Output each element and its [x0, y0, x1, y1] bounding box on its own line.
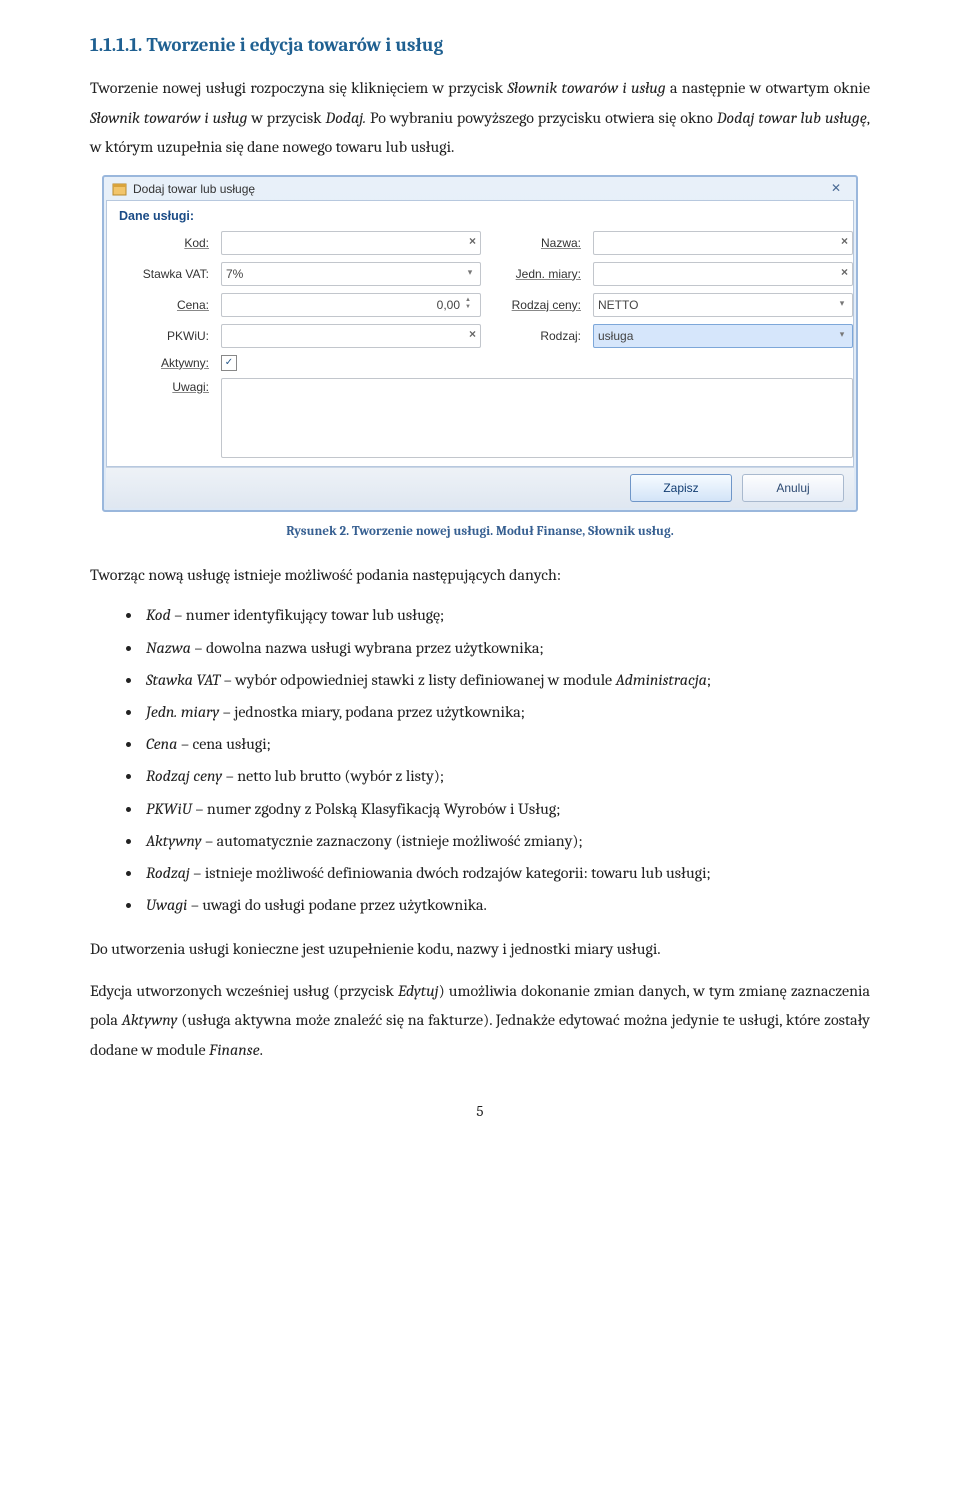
label-nazwa: Nazwa:: [491, 236, 583, 250]
desc: – numer zgodny z Polską Klasyfikacją Wyr…: [192, 800, 561, 818]
dialog-button-bar: Zapisz Anuluj: [106, 467, 854, 508]
cena-value: 0,00: [437, 298, 460, 312]
italic-term: Aktywny: [122, 1011, 178, 1029]
clear-icon[interactable]: ×: [841, 234, 848, 248]
jedn-input[interactable]: ×: [593, 262, 853, 286]
list-item: Stawka VAT – wybór odpowiedniej stawki z…: [142, 667, 870, 694]
section-heading: 1.1.1.1. Tworzenie i edycja towarów i us…: [90, 34, 870, 56]
desc: – wybór odpowiedniej stawki z listy defi…: [220, 671, 615, 689]
dialog-title-bar: Dodaj towar lub usługę ✕: [106, 179, 854, 200]
label-kod: Kod:: [119, 236, 211, 250]
rodzaj-ceny-select[interactable]: NETTO ▾: [593, 293, 853, 317]
italic-term: Finanse: [209, 1041, 260, 1059]
term: Aktywny: [146, 832, 202, 850]
label-jedn: Jedn. miary:: [491, 267, 583, 281]
paragraph-intro: Tworzenie nowej usługi rozpoczyna się kl…: [90, 74, 870, 163]
page-number: 5: [90, 1102, 870, 1120]
tail-italic: Administracja: [616, 671, 707, 689]
stawka-select[interactable]: 7% ▾: [221, 262, 481, 286]
list-item: Kod – numer identyfikujący towar lub usł…: [142, 602, 870, 629]
desc: – automatycznie zaznaczony (istnieje moż…: [202, 832, 583, 850]
desc: – netto lub brutto (wybór z listy);: [222, 767, 444, 785]
label-stawka: Stawka VAT:: [119, 267, 211, 281]
cena-input[interactable]: 0,00 ▲▼: [221, 293, 481, 317]
italic-term: Edytuj: [398, 982, 439, 1000]
list-item: PKWiU – numer zgodny z Polską Klasyfikac…: [142, 796, 870, 823]
term: Jedn. miary: [146, 703, 219, 721]
chevron-down-icon[interactable]: ▾: [835, 327, 849, 343]
close-icon[interactable]: ✕: [822, 182, 850, 196]
desc: – istnieje możliwość definiowania dwóch …: [190, 864, 711, 882]
italic-term: Słownik towarów i usług: [90, 109, 247, 127]
term: PKWiU: [146, 800, 192, 818]
term: Stawka VAT: [146, 671, 220, 689]
paragraph-required: Do utworzenia usługi konieczne jest uzup…: [90, 935, 870, 965]
list-item: Rodzaj ceny – netto lub brutto (wybór z …: [142, 763, 870, 790]
app-icon: [112, 182, 127, 197]
stawka-value: 7%: [226, 267, 243, 281]
text: a następnie w otwartym oknie: [666, 79, 870, 97]
uwagi-textarea[interactable]: [221, 378, 853, 458]
desc: – dowolna nazwa usługi wybrana przez uży…: [191, 639, 544, 657]
paragraph-edit: Edycja utworzonych wcześniej usług (przy…: [90, 977, 870, 1066]
list-item: Aktywny – automatycznie zaznaczony (istn…: [142, 828, 870, 855]
rodzaj-value: usługa: [598, 329, 633, 343]
nazwa-input[interactable]: ×: [593, 231, 853, 255]
desc: – uwagi do usługi podane przez użytkowni…: [187, 896, 487, 914]
desc: – numer identyfikujący towar lub usługę;: [171, 606, 445, 624]
section-label: Dane usługi:: [119, 209, 841, 223]
list-intro: Tworząc nową usługę istnieje możliwość p…: [90, 561, 870, 591]
clear-icon[interactable]: ×: [469, 327, 476, 341]
chevron-down-icon[interactable]: ▾: [835, 296, 849, 312]
dialog-title: Dodaj towar lub usługę: [133, 182, 822, 196]
list-item: Jedn. miary – jednostka miary, podana pr…: [142, 699, 870, 726]
label-uwagi: Uwagi:: [119, 378, 211, 394]
pkwiu-input[interactable]: ×: [221, 324, 481, 348]
dialog-screenshot: Dodaj towar lub usługę ✕ Dane usługi: Ko…: [102, 175, 858, 512]
rodzaj-ceny-value: NETTO: [598, 298, 638, 312]
italic-term: Słownik towarów i usług: [507, 79, 665, 97]
label-aktywny: Aktywny:: [119, 356, 211, 370]
term: Nazwa: [146, 639, 191, 657]
label-rodzaj: Rodzaj:: [491, 329, 583, 343]
list-item: Rodzaj – istnieje możliwość definiowania…: [142, 860, 870, 887]
list-item: Nazwa – dowolna nazwa usługi wybrana prz…: [142, 635, 870, 662]
term: Rodzaj: [146, 864, 190, 882]
text: w przycisk: [247, 109, 325, 127]
clear-icon[interactable]: ×: [469, 234, 476, 248]
label-rodzaj-ceny: Rodzaj ceny:: [491, 298, 583, 312]
italic-term: Dodaj towar lub usługę: [717, 109, 867, 127]
save-button[interactable]: Zapisz: [630, 474, 732, 502]
italic-term: Dodaj.: [326, 109, 367, 127]
aktywny-checkbox[interactable]: ✓: [221, 355, 237, 371]
desc: – cena usługi;: [177, 735, 271, 753]
text: Tworzenie nowej usługi rozpoczyna się kl…: [90, 79, 507, 97]
term: Uwagi: [146, 896, 187, 914]
list-item: Cena – cena usługi;: [142, 731, 870, 758]
text: .: [260, 1041, 263, 1059]
kod-input[interactable]: ×: [221, 231, 481, 255]
bullet-list: Kod – numer identyfikujący towar lub usł…: [90, 602, 870, 919]
spinner-icon[interactable]: ▲▼: [465, 295, 477, 313]
clear-icon[interactable]: ×: [841, 265, 848, 279]
aktywny-cell: ✓: [221, 355, 481, 371]
chevron-down-icon[interactable]: ▾: [463, 265, 477, 281]
term: Cena: [146, 735, 177, 753]
text: Po wybraniu powyższego przycisku otwiera…: [366, 109, 717, 127]
text: (usługa aktywna może znaleźć się na fakt…: [90, 1011, 870, 1059]
list-item: Uwagi – uwagi do usługi podane przez uży…: [142, 892, 870, 919]
desc: – jednostka miary, podana przez użytkown…: [219, 703, 525, 721]
label-cena: Cena:: [119, 298, 211, 312]
term: Rodzaj ceny: [146, 767, 222, 785]
figure-caption: Rysunek 2. Tworzenie nowej usługi. Moduł…: [90, 524, 870, 539]
cancel-button[interactable]: Anuluj: [742, 474, 844, 502]
term: Kod: [146, 606, 171, 624]
rodzaj-select[interactable]: usługa ▾: [593, 324, 853, 348]
tail: ;: [707, 671, 711, 689]
label-pkwiu: PKWiU:: [119, 329, 211, 343]
text: Edycja utworzonych wcześniej usług (przy…: [90, 982, 398, 1000]
